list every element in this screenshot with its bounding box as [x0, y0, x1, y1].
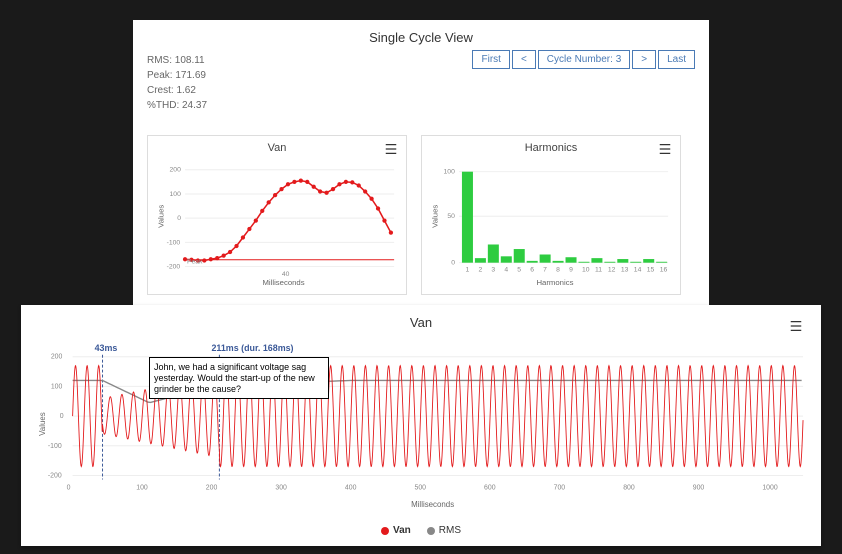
svg-text:2: 2 — [478, 266, 482, 273]
harmonics-chart-svg: Values 100 50 0 12345678910111213141516 … — [430, 158, 672, 288]
cycle-number-button[interactable]: Cycle Number: 3 — [538, 50, 630, 69]
last-button[interactable]: Last — [658, 50, 695, 69]
stats-block: RMS: 108.11 Peak: 171.69 Crest: 1.62 %TH… — [147, 53, 207, 113]
van-cycle-chart: Van Values 200 100 0 -100 -200 — [147, 135, 407, 295]
svg-text:-100: -100 — [48, 443, 62, 450]
svg-text:14: 14 — [634, 266, 642, 273]
svg-text:0: 0 — [60, 413, 64, 420]
marker-211ms: 211ms (dur. 168ms) — [211, 343, 293, 353]
harmonics-chart: Harmonics Values 100 50 0 12345678910111… — [421, 135, 681, 295]
svg-text:200: 200 — [206, 484, 218, 491]
svg-text:6: 6 — [530, 266, 534, 273]
svg-text:100: 100 — [136, 484, 148, 491]
van-ylabel: Values — [157, 205, 166, 228]
chart-menu-icon[interactable] — [789, 319, 803, 338]
bottom-chart-title: Van — [35, 315, 807, 330]
svg-text:700: 700 — [554, 484, 566, 491]
svg-text:5: 5 — [517, 266, 521, 273]
svg-text:900: 900 — [693, 484, 705, 491]
svg-text:800: 800 — [623, 484, 635, 491]
next-button[interactable]: > — [632, 50, 656, 69]
single-cycle-panel: Single Cycle View RMS: 108.11 Peak: 171.… — [133, 20, 709, 305]
dot-icon — [427, 527, 435, 535]
annotation-comment[interactable]: John, we had a significant voltage sag y… — [149, 357, 329, 399]
svg-text:15: 15 — [647, 266, 655, 273]
svg-text:1: 1 — [466, 266, 470, 273]
legend-van[interactable]: Van — [381, 525, 411, 536]
svg-text:300: 300 — [275, 484, 287, 491]
svg-text:0: 0 — [451, 260, 455, 267]
stat-crest: Crest: 1.62 — [147, 83, 207, 98]
svg-text:200: 200 — [51, 354, 63, 361]
svg-text:100: 100 — [444, 169, 456, 176]
svg-text:600: 600 — [484, 484, 496, 491]
bottom-ylabel: Values — [38, 412, 47, 436]
svg-text:13: 13 — [621, 266, 629, 273]
van-chart-svg: Values 200 100 0 -100 -200 Peak — [156, 158, 398, 288]
harmonics-ylabel: Values — [431, 205, 440, 228]
svg-text:50: 50 — [447, 213, 455, 220]
legend-rms[interactable]: RMS — [427, 525, 461, 536]
peak-annotation: Peak — [187, 259, 203, 266]
svg-text:12: 12 — [608, 266, 616, 273]
svg-text:4: 4 — [504, 266, 508, 273]
prev-button[interactable]: < — [512, 50, 536, 69]
svg-text:0: 0 — [177, 215, 181, 222]
svg-text:200: 200 — [170, 167, 182, 174]
harmonics-xlabel: Harmonics — [536, 278, 573, 287]
svg-text:-200: -200 — [48, 472, 62, 479]
svg-text:-100: -100 — [167, 239, 181, 246]
svg-text:0: 0 — [67, 484, 71, 491]
svg-text:-200: -200 — [167, 263, 181, 270]
svg-text:9: 9 — [569, 266, 573, 273]
stat-rms: RMS: 108.11 — [147, 53, 207, 68]
marker-43ms: 43ms — [95, 343, 118, 353]
first-button[interactable]: First — [472, 50, 509, 69]
legend: Van RMS — [35, 525, 807, 536]
chart-menu-icon[interactable] — [384, 142, 398, 161]
svg-text:500: 500 — [414, 484, 426, 491]
svg-text:16: 16 — [660, 266, 668, 273]
cycle-nav: First < Cycle Number: 3 > Last — [472, 50, 695, 69]
dot-icon — [381, 527, 389, 535]
svg-text:1000: 1000 — [762, 484, 778, 491]
bottom-xlabel: Milliseconds — [411, 500, 454, 509]
svg-text:400: 400 — [345, 484, 357, 491]
panel-title: Single Cycle View — [147, 30, 695, 45]
svg-text:11: 11 — [595, 266, 602, 273]
van-chart-title: Van — [156, 142, 398, 154]
svg-text:3: 3 — [491, 266, 495, 273]
svg-text:7: 7 — [543, 266, 547, 273]
svg-text:8: 8 — [556, 266, 560, 273]
stat-thd: %THD: 24.37 — [147, 98, 207, 113]
van-xlabel: Milliseconds — [262, 278, 304, 287]
van-waveform-panel: Van Values 200 100 0 -100 -200 43ms 211m… — [21, 305, 821, 546]
svg-text:100: 100 — [170, 191, 182, 198]
stat-peak: Peak: 171.69 — [147, 68, 207, 83]
svg-text:100: 100 — [51, 383, 63, 390]
harmonics-chart-title: Harmonics — [430, 142, 672, 154]
chart-menu-icon[interactable] — [658, 142, 672, 161]
svg-text:10: 10 — [582, 266, 590, 273]
